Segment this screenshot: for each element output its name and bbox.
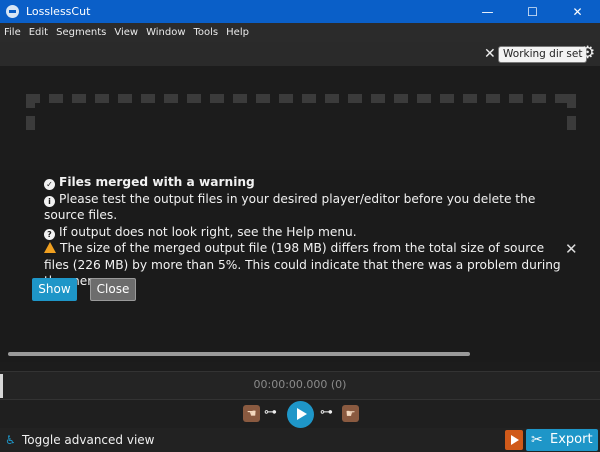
app-icon [6,5,19,18]
notification-line-1: Please test the output files in your des… [44,191,536,223]
play-icon[interactable] [287,401,314,428]
menu-edit[interactable]: Edit [29,27,48,38]
question-circle-icon: ? [44,228,55,240]
notification-toast: ✓ Files merged with a warning i Please tes… [0,170,600,362]
scissors-icon: ✂ [531,432,543,448]
check-circle-icon: ✓ [44,179,55,190]
hand-left-icon[interactable]: ☚ [243,405,260,422]
close-window-button[interactable]: ✕ [555,0,600,23]
close-icon[interactable]: ✕ [484,47,496,61]
drop-zone-border-left [26,94,35,136]
timeline[interactable]: 00:00:00.000 (0) [0,371,600,400]
accessibility-icon[interactable]: ♿ [5,433,16,447]
video-area: ✓ Files merged with a warning i Please tes… [0,66,600,371]
key-end-icon[interactable]: ⊶ [320,405,333,420]
menu-view[interactable]: View [114,27,138,38]
working-dir-button[interactable]: Working dir set [498,46,588,63]
warning-icon [44,242,56,253]
close-icon[interactable]: ✕ [565,240,578,258]
notification-title: Files merged with a warning [59,175,255,189]
notification-body: ✓ Files merged with a warning i Please tes… [44,174,564,290]
menu-file[interactable]: File [4,27,21,38]
drop-zone-border-right [567,94,576,136]
timecode: 00:00:00.000 (0) [253,378,347,391]
export-label: Export [550,432,593,447]
close-button[interactable]: Close [90,278,136,301]
gear-icon[interactable]: ⚙ [580,44,596,62]
playback-controls: ☚ ⊶ ⊶ ☛ [0,400,600,428]
maximize-button[interactable]: ☐ [510,0,555,23]
top-toolbar: ✕ Working dir set ⚙ [0,42,600,66]
window-controls: — ☐ ✕ [465,0,600,23]
show-button[interactable]: Show [32,278,77,301]
notification-progress-bar [8,352,470,356]
window-title: LosslessCut [26,5,91,18]
menu-help[interactable]: Help [226,27,249,38]
toggle-advanced-view[interactable]: Toggle advanced view [22,433,154,447]
menu-tools[interactable]: Tools [194,27,219,38]
menu-bar: File Edit Segments View Window Tools Hel… [0,23,600,42]
menu-segments[interactable]: Segments [56,27,106,38]
menu-window[interactable]: Window [146,27,185,38]
export-button[interactable]: ✂ Export [526,429,598,451]
minimize-button[interactable]: — [465,0,510,23]
title-bar: LosslessCut — ☐ ✕ [0,0,600,23]
hand-right-icon[interactable]: ☛ [342,405,359,422]
info-circle-icon: i [44,195,55,207]
export-format-button[interactable] [505,430,523,450]
drop-zone-border [26,94,576,103]
notification-line-2: If output does not look right, see the H… [59,224,357,239]
key-start-icon[interactable]: ⊶ [264,405,277,420]
bottom-bar: ♿ Toggle advanced view ✂ Export [0,428,600,452]
